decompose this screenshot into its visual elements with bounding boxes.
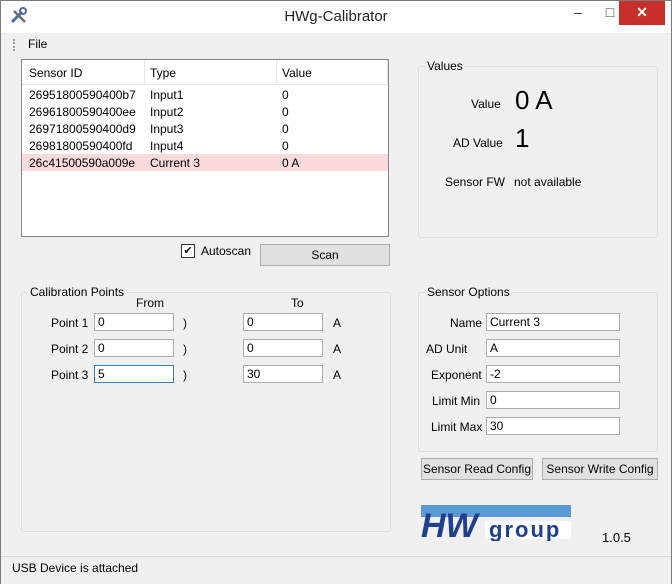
sensor-value-cell: 0 xyxy=(282,139,289,153)
hwgroup-logo: HW group xyxy=(421,505,571,541)
sensor-value-cell: 0 xyxy=(282,88,289,102)
sensor-type-cell: Current 3 xyxy=(150,156,201,170)
sensor-row-selected[interactable]: 26c41500590a009e Current 3 0 A xyxy=(22,154,388,171)
limit-min-input[interactable] xyxy=(486,391,620,409)
column-divider xyxy=(144,60,145,84)
ad-unit-input[interactable] xyxy=(486,339,620,357)
point-3-to-input[interactable] xyxy=(243,365,323,383)
exponent-label: Exponent xyxy=(431,368,482,382)
point-3-unit: A xyxy=(333,368,342,382)
point-3-from-input[interactable] xyxy=(94,365,174,383)
name-label: Name xyxy=(450,316,483,330)
ad-value-display: 1 xyxy=(515,123,530,153)
ad-value-label: AD Value xyxy=(453,136,503,150)
point-2-unit: A xyxy=(333,342,342,356)
logo-group-text: group xyxy=(489,517,561,541)
sensor-row[interactable]: 26971800590400d9 Input3 0 xyxy=(22,120,388,137)
status-text: USB Device is attached xyxy=(12,561,139,575)
values-group: Values Value 0 A AD Value 1 Sensor FW no… xyxy=(418,59,658,238)
sensor-fw-label: Sensor FW xyxy=(445,175,506,189)
sensor-write-config-button[interactable]: Sensor Write Config xyxy=(542,458,658,480)
point-3-paren: ) xyxy=(183,368,187,382)
point-2-paren: ) xyxy=(183,342,187,356)
scan-button[interactable]: Scan xyxy=(260,244,390,266)
column-divider xyxy=(276,60,277,84)
calibration-points-group: Calibration Points From To Point 1 ) A P… xyxy=(21,285,391,532)
ad-unit-label: AD Unit xyxy=(426,342,468,356)
checkbox-check-icon[interactable]: ✔ xyxy=(181,244,195,258)
column-divider xyxy=(387,60,388,84)
sensor-value-cell: 0 xyxy=(282,122,289,136)
title-bar[interactable]: HWg-Calibrator – □ ✕ xyxy=(1,1,671,33)
limit-max-input[interactable] xyxy=(486,417,620,435)
limit-max-label: Limit Max xyxy=(431,420,483,434)
point-3-label: Point 3 xyxy=(51,368,89,382)
values-group-title: Values xyxy=(425,59,465,73)
app-window: HWg-Calibrator – □ ✕ File Sensor ID Type… xyxy=(0,0,672,584)
version-label: 1.0.5 xyxy=(602,530,631,545)
sensor-row[interactable]: 26981800590400fd Input4 0 xyxy=(22,137,388,154)
sensor-row[interactable]: 26961800590400ee Input2 0 xyxy=(22,103,388,120)
to-header: To xyxy=(291,296,304,310)
sensor-list[interactable]: Sensor ID Type Value 26951800590400b7 In… xyxy=(21,59,389,237)
sensor-id-cell: 26971800590400d9 xyxy=(29,122,136,136)
sensor-read-config-button[interactable]: Sensor Read Config xyxy=(421,458,533,480)
column-header-value[interactable]: Value xyxy=(282,66,312,80)
sensor-value-cell: 0 xyxy=(282,105,289,119)
name-input[interactable] xyxy=(486,313,620,331)
exponent-input[interactable] xyxy=(486,365,620,383)
sensor-id-cell: 26951800590400b7 xyxy=(29,88,136,102)
column-header-type[interactable]: Type xyxy=(150,66,176,80)
point-1-label: Point 1 xyxy=(51,316,89,330)
column-header-sensor-id[interactable]: Sensor ID xyxy=(29,66,82,80)
value-display: 0 A xyxy=(515,85,553,115)
point-1-paren: ) xyxy=(183,316,187,330)
sensor-id-cell: 26c41500590a009e xyxy=(29,156,136,170)
sensor-options-group-title: Sensor Options xyxy=(425,285,512,299)
sensor-id-cell: 26961800590400ee xyxy=(29,105,136,119)
sensor-type-cell: Input3 xyxy=(150,122,184,136)
close-button[interactable]: ✕ xyxy=(619,1,665,25)
calibration-group-title: Calibration Points xyxy=(28,285,127,299)
from-header: From xyxy=(136,296,164,310)
point-1-from-input[interactable] xyxy=(94,313,174,331)
value-label: Value xyxy=(471,97,501,111)
menu-bar: File xyxy=(1,34,671,54)
logo-hw-text: HW xyxy=(421,507,481,541)
sensor-type-cell: Input4 xyxy=(150,139,184,153)
menu-file[interactable]: File xyxy=(28,37,47,51)
point-2-label: Point 2 xyxy=(51,342,89,356)
menu-grip-icon xyxy=(13,39,18,51)
point-1-to-input[interactable] xyxy=(243,313,323,331)
sensor-list-header: Sensor ID Type Value xyxy=(22,60,388,85)
sensor-value-cell: 0 A xyxy=(282,156,300,170)
sensor-row[interactable]: 26951800590400b7 Input1 0 xyxy=(22,86,388,103)
sensor-type-cell: Input2 xyxy=(150,105,184,119)
limit-min-label: Limit Min xyxy=(432,394,481,408)
sensor-fw-value: not available xyxy=(514,175,582,189)
sensor-id-cell: 26981800590400fd xyxy=(29,139,133,153)
autoscan-label: Autoscan xyxy=(201,244,252,258)
point-2-to-input[interactable] xyxy=(243,339,323,357)
sensor-options-group: Sensor Options Name AD Unit Exponent Lim… xyxy=(418,285,658,452)
status-bar: USB Device is attached xyxy=(1,556,671,584)
point-2-from-input[interactable] xyxy=(94,339,174,357)
sensor-type-cell: Input1 xyxy=(150,88,184,102)
point-1-unit: A xyxy=(333,316,342,330)
